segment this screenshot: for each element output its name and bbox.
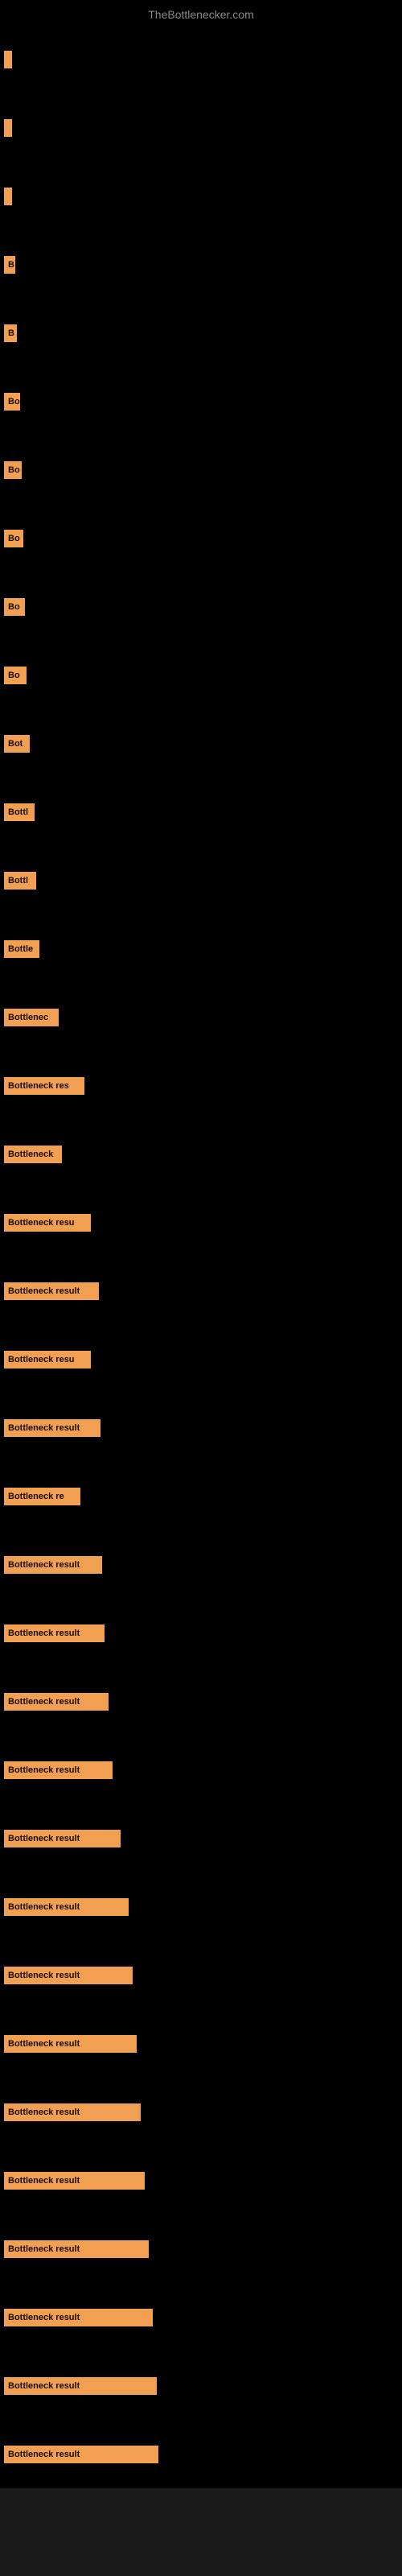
table-row: Bo — [0, 504, 402, 572]
list-item: Bottleneck result — [4, 1967, 133, 1984]
list-item: Bottleneck resu — [4, 1214, 91, 1232]
table-row: Bottleneck result — [0, 1599, 402, 1667]
rows-container: B B Bo Bo Bo Bo Bo Bot Bottl Bottl Bottle Bottlenec… — [0, 25, 402, 2488]
list-item: Bot — [4, 735, 30, 753]
list-item — [4, 188, 12, 205]
table-row: Bottleneck result — [0, 1257, 402, 1325]
table-row: Bottleneck resu — [0, 1188, 402, 1257]
list-item: Bo — [4, 530, 23, 547]
list-item — [4, 119, 12, 137]
list-item: Bottleneck result — [4, 2240, 149, 2258]
list-item: Bottl — [4, 803, 35, 821]
table-row: Bottleneck result — [0, 1393, 402, 1462]
table-row: Bottleneck — [0, 1120, 402, 1188]
list-item: Bottleneck result — [4, 1282, 99, 1300]
table-row: Bottleneck result — [0, 1736, 402, 1804]
list-item: Bottle — [4, 940, 39, 958]
table-row: Bottleneck result — [0, 1804, 402, 1872]
table-row: Bottleneck result — [0, 2146, 402, 2215]
list-item: Bottlenec — [4, 1009, 59, 1026]
table-row: Bottleneck result — [0, 2009, 402, 2078]
list-item: Bottleneck result — [4, 1693, 109, 1711]
table-row: Bottleneck result — [0, 1941, 402, 2009]
list-item: B — [4, 256, 15, 274]
list-item: Bottleneck result — [4, 2446, 158, 2463]
list-item: B — [4, 324, 17, 342]
table-row — [0, 93, 402, 162]
table-row: Bottleneck result — [0, 2351, 402, 2420]
table-row: Bottleneck res — [0, 1051, 402, 1120]
list-item: Bottleneck result — [4, 1761, 113, 1779]
table-row: Bottleneck result — [0, 1872, 402, 1941]
table-row: Bottl — [0, 778, 402, 846]
list-item: Bottl — [4, 872, 36, 890]
list-item: Bottleneck result — [4, 2309, 153, 2326]
table-row: Bottleneck result — [0, 2420, 402, 2488]
list-item: Bottleneck result — [4, 1898, 129, 1916]
table-row: Bottleneck result — [0, 1667, 402, 1736]
list-item: Bottleneck res — [4, 1077, 84, 1095]
table-row: Bo — [0, 367, 402, 436]
table-row — [0, 25, 402, 93]
table-row — [0, 162, 402, 230]
list-item: Bottleneck — [4, 1146, 62, 1163]
table-row: Bo — [0, 572, 402, 641]
list-item: Bo — [4, 461, 22, 479]
list-item: Bottleneck resu — [4, 1351, 91, 1368]
main-container: TheBottlenecker.com B B Bo Bo Bo Bo Bo Bot Bottl… — [0, 0, 402, 2488]
list-item: Bottleneck result — [4, 2172, 145, 2190]
table-row: Bottleneck result — [0, 1530, 402, 1599]
table-row: Bottleneck resu — [0, 1325, 402, 1393]
table-row: Bo — [0, 436, 402, 504]
site-title: TheBottlenecker.com — [0, 0, 402, 25]
list-item: Bottleneck result — [4, 1830, 121, 1847]
table-row: B — [0, 299, 402, 367]
table-row: Bo — [0, 641, 402, 709]
table-row: Bottle — [0, 914, 402, 983]
table-row: Bottleneck re — [0, 1462, 402, 1530]
list-item: Bo — [4, 598, 25, 616]
list-item: Bottleneck result — [4, 2035, 137, 2053]
list-item: Bottleneck result — [4, 1419, 100, 1437]
table-row: B — [0, 230, 402, 299]
table-row: Bottl — [0, 846, 402, 914]
list-item: Bottleneck result — [4, 1556, 102, 1574]
table-row: Bottleneck result — [0, 2215, 402, 2283]
list-item: Bottleneck result — [4, 2377, 157, 2395]
table-row: Bottlenec — [0, 983, 402, 1051]
list-item — [4, 51, 12, 68]
list-item: Bottleneck result — [4, 2103, 141, 2121]
table-row: Bot — [0, 709, 402, 778]
list-item: Bottleneck re — [4, 1488, 80, 1505]
table-row: Bottleneck result — [0, 2283, 402, 2351]
list-item: Bottleneck result — [4, 1624, 105, 1642]
list-item: Bo — [4, 393, 20, 411]
table-row: Bottleneck result — [0, 2078, 402, 2146]
list-item: Bo — [4, 667, 27, 684]
